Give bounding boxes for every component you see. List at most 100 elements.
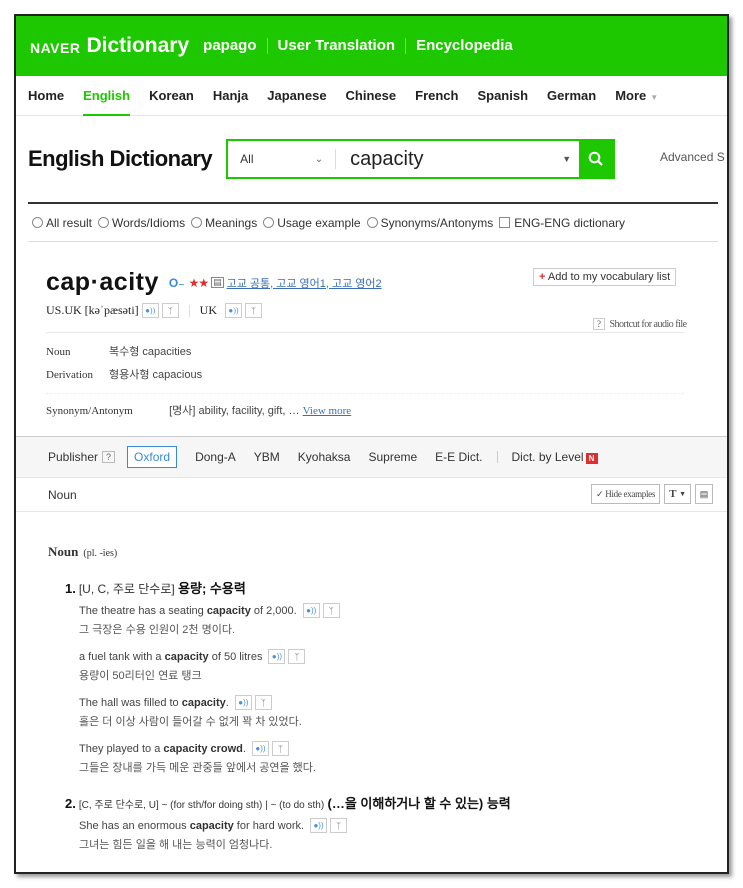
publisher-tabs: Publisher ? Oxford Dong-A YBM Kyohaksa S…: [16, 436, 727, 478]
lang-german[interactable]: German: [547, 76, 596, 116]
record-icon[interactable]: ᛉ: [161, 303, 179, 318]
derivation-row: Derivation 형용사형 capacious: [46, 364, 727, 387]
pos-bar: Noun ✓ Hide examples T ▼ ▤: [16, 478, 727, 512]
lang-korean[interactable]: Korean: [149, 76, 194, 116]
example: The hall was filled to capacity. ●)) ᛉ 홀은 더…: [79, 695, 727, 729]
speaker-icon[interactable]: ●)): [141, 303, 159, 318]
example-keyword: capacity: [189, 819, 234, 832]
speaker-icon[interactable]: ●)): [310, 818, 328, 833]
importance-stars: ★★: [188, 275, 209, 290]
example-en: She has an enormous capacity for hard wo…: [79, 818, 727, 833]
filter-label: Words/Idioms: [112, 215, 186, 230]
autocomplete-toggle-icon[interactable]: ▼: [562, 154, 571, 164]
filter-label: Meanings: [205, 215, 258, 230]
tab-ybm[interactable]: YBM: [254, 450, 280, 464]
grammar-note: [U, C, 주로 단수로]: [78, 582, 175, 596]
hide-examples-button[interactable]: ✓ Hide examples: [591, 484, 661, 504]
example-text: She has an enormous: [79, 819, 187, 832]
lang-chinese[interactable]: Chinese: [346, 76, 397, 116]
lang-english[interactable]: English: [83, 76, 130, 116]
nav-papago[interactable]: papago: [203, 38, 266, 54]
radio-icon: [191, 217, 203, 228]
top-bar: NAVER Dictionary papago User Translation…: [16, 16, 727, 76]
view-more-link[interactable]: View more: [303, 405, 352, 417]
nav-user-translation[interactable]: User Translation: [266, 38, 406, 54]
noun-label: Noun: [46, 346, 71, 358]
example-keyword: capacity: [181, 696, 226, 709]
example-ko: 그녀는 힘든 일을 해 내는 능력이 엄청나다.: [79, 839, 273, 851]
radio-icon: [98, 217, 110, 228]
sense-heading: 2. [C, 주로 단수로, U] ~ (for sth/for doing st…: [65, 793, 727, 812]
key-icon: O₋: [168, 275, 185, 290]
advanced-search-link[interactable]: Advanced S: [660, 150, 725, 164]
tab-kyohaksa[interactable]: Kyohaksa: [298, 450, 351, 464]
search-scope-select[interactable]: All ⌄: [228, 149, 337, 169]
record-icon[interactable]: ᛉ: [254, 695, 272, 710]
record-icon[interactable]: ᛉ: [245, 303, 262, 318]
nav-encyclopedia[interactable]: Encyclopedia: [405, 38, 523, 54]
dictionary-logo[interactable]: Dictionary: [86, 34, 189, 58]
lang-home[interactable]: Home: [28, 76, 64, 116]
help-icon: ?: [593, 318, 605, 330]
ipa-text: [kəˈpæsəti]: [84, 303, 139, 317]
record-icon[interactable]: ᛉ: [330, 818, 348, 833]
speaker-icon[interactable]: ●)): [302, 603, 320, 618]
new-badge-icon: N: [585, 453, 598, 464]
speaker-icon[interactable]: ●)): [225, 303, 242, 318]
naver-logo[interactable]: NAVER: [30, 40, 80, 56]
tab-supreme[interactable]: Supreme: [368, 450, 417, 464]
speaker-icon[interactable]: ●)): [234, 695, 252, 710]
lang-hanja[interactable]: Hanja: [213, 76, 248, 116]
sense-1: 1. [U, C, 주로 단수로] 용량; 수용력 The theatre has…: [65, 578, 727, 775]
tab-oxford[interactable]: Oxford: [127, 446, 178, 468]
example: The theatre has a seating capacity of 2,…: [79, 603, 727, 637]
result-filter-bar: All result Words/Idioms Meanings Usage e…: [28, 202, 718, 242]
example-text: of 50 litres: [211, 650, 263, 663]
filter-synonyms-antonyms[interactable]: Synonyms/Antonyms: [366, 216, 493, 230]
filter-usage-example[interactable]: Usage example: [263, 216, 361, 230]
record-icon[interactable]: ᛉ: [271, 741, 289, 756]
filter-meanings[interactable]: Meanings: [191, 216, 257, 230]
help-icon[interactable]: ?: [102, 451, 116, 463]
lang-more[interactable]: More ▼: [615, 76, 658, 116]
speaker-icon[interactable]: ●)): [251, 741, 269, 756]
lang-spanish[interactable]: Spanish: [477, 76, 528, 116]
example: a fuel tank with a capacity of 50 litres…: [79, 649, 727, 683]
caret-down-icon: ▼: [650, 92, 659, 102]
example-en: The theatre has a seating capacity of 2,…: [79, 603, 727, 618]
check-icon: ✓: [596, 488, 606, 499]
lang-french[interactable]: French: [415, 76, 458, 116]
print-icon[interactable]: ▤: [694, 484, 713, 504]
add-vocabulary-button[interactable]: + Add to my vocabulary list: [533, 268, 677, 286]
synonym-row: Synonym/Antonym [명사] ability, facility, …: [46, 394, 727, 432]
eng-eng-checkbox[interactable]: ENG-ENG dictionary: [499, 216, 625, 230]
example-text: of 2,000.: [253, 604, 297, 617]
level-links[interactable]: 고교 공통, 고교 영어1, 고교 영어2: [227, 275, 382, 291]
grammar-note: [C, 주로 단수로, U] ~ (for sth/for doing sth)…: [78, 800, 325, 811]
example-ko: 홀은 더 이상 사람이 들어갈 수 없게 꽉 차 있었다.: [79, 716, 302, 728]
filter-all-result[interactable]: All result: [32, 216, 92, 230]
record-icon[interactable]: ᛉ: [322, 603, 340, 618]
filter-words-idioms[interactable]: Words/Idioms: [98, 216, 185, 230]
font-size-button[interactable]: T ▼: [664, 484, 691, 504]
search-input[interactable]: capacity: [336, 148, 562, 171]
chevron-down-icon: ⌄: [314, 153, 324, 165]
radio-icon: [263, 217, 275, 228]
lang-japanese[interactable]: Japanese: [267, 76, 326, 116]
word-forms: Noun 복수형 capacities Derivation 형용사형 capaci…: [46, 333, 727, 387]
example-en: a fuel tank with a capacity of 50 litres…: [79, 649, 727, 664]
derivation-value: 형용사형 capacious: [109, 369, 203, 381]
tab-e-e-dict[interactable]: E-E Dict.: [435, 450, 482, 464]
entry-header: cap·acity O₋ ★★ ▤ 고교 공통, 고교 영어1, 고교 영어2 …: [16, 242, 727, 432]
shortcut-label: Shortcut for audio file: [609, 318, 688, 330]
tab-dong-a[interactable]: Dong-A: [195, 450, 236, 464]
search-button[interactable]: [579, 141, 614, 177]
speaker-icon[interactable]: ●)): [268, 649, 286, 664]
search-row: English Dictionary All ⌄ capacity ▼ Adva…: [16, 116, 727, 202]
audio-shortcut[interactable]: ? Shortcut for audio file: [593, 318, 687, 330]
search-box: All ⌄ capacity ▼: [226, 139, 616, 179]
tab-dict-by-level[interactable]: Dict. by Level N: [512, 450, 598, 464]
derivation-label: Derivation: [46, 369, 94, 381]
view-tools: ✓ Hide examples T ▼ ▤: [587, 484, 713, 504]
record-icon[interactable]: ᛉ: [288, 649, 306, 664]
